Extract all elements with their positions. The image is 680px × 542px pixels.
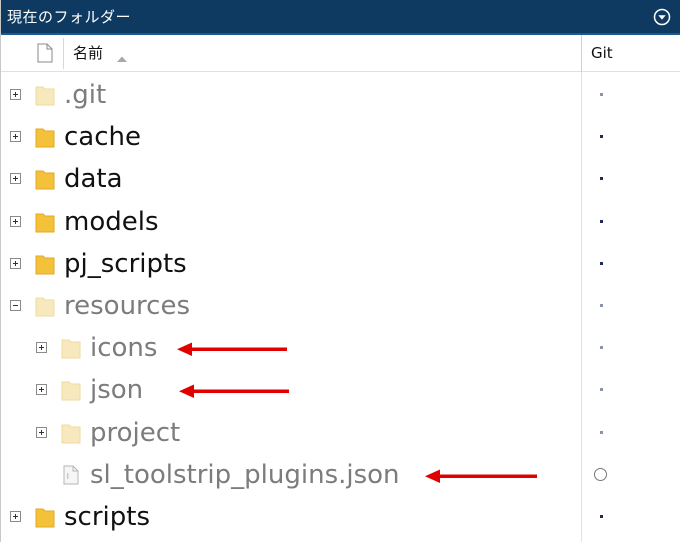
current-folder-panel: 現在のフォルダー 名前 Git .git cache data models pj_sc… — [0, 0, 680, 542]
name-column-header[interactable]: 名前 — [73, 44, 103, 62]
folder-icon — [61, 337, 81, 359]
tree-item-label: .git — [64, 80, 107, 110]
toggle-minus-stroke — [13, 305, 18, 306]
annotation-arrow-icon — [425, 468, 537, 483]
column-divider[interactable] — [581, 35, 582, 72]
expand-toggle-icon[interactable] — [10, 89, 21, 100]
tree-item-label: models — [64, 206, 159, 237]
toggle-plus-stroke — [15, 260, 16, 266]
tree-item-label: scripts — [64, 502, 150, 532]
tree-row-folder[interactable]: models — [1, 201, 680, 243]
folder-icon — [35, 211, 55, 233]
expand-toggle-icon[interactable] — [10, 215, 21, 227]
tree-row-folder[interactable]: .git — [1, 74, 680, 116]
git-status-dot-icon — [600, 219, 603, 223]
git-column-header[interactable]: Git — [591, 44, 613, 62]
folder-icon — [35, 126, 55, 148]
tree-item-label: resources — [64, 291, 191, 321]
annotation-arrow-icon — [179, 383, 289, 399]
git-status-dot-icon — [600, 135, 603, 139]
tree-row-folder[interactable]: cache — [1, 116, 680, 158]
expand-toggle-icon[interactable] — [10, 173, 21, 185]
git-status-dot-icon — [600, 346, 603, 350]
toggle-plus-stroke — [41, 345, 42, 351]
git-status-dot-icon — [600, 304, 603, 307]
git-status-untracked-icon — [594, 467, 607, 481]
toggle-plus-stroke — [15, 218, 16, 224]
folder-icon — [61, 379, 81, 401]
column-divider[interactable] — [63, 38, 64, 69]
folder-icon — [35, 295, 55, 317]
git-status-dot-icon — [600, 93, 603, 96]
tree-item-label: cache — [64, 122, 141, 153]
file-type-column-icon[interactable] — [37, 43, 53, 63]
git-status-dot-icon — [600, 515, 603, 518]
folder-icon — [35, 253, 55, 275]
git-status-dot-icon — [600, 430, 603, 434]
toggle-plus-stroke — [15, 134, 16, 140]
tree-item-label: project — [90, 417, 181, 448]
toggle-plus-stroke — [15, 92, 16, 97]
tree-row-file[interactable]: sl_toolstrip_plugins.json — [1, 454, 680, 496]
toggle-plus-stroke — [15, 176, 16, 182]
tree-row-folder[interactable]: project — [1, 412, 680, 454]
tree-row-folder[interactable]: data — [1, 158, 680, 200]
json-file-icon — [63, 465, 79, 485]
panel-titlebar: 現在のフォルダー — [1, 0, 680, 35]
annotation-arrow-icon — [177, 341, 287, 357]
expand-toggle-icon[interactable] — [36, 426, 47, 438]
circle-chevron-down-icon[interactable] — [653, 8, 671, 26]
tree-item-label: data — [64, 164, 123, 195]
expand-toggle-icon[interactable] — [10, 511, 21, 522]
folder-icon — [61, 422, 81, 444]
file-tree: .git cache data models pj_scripts resources ic… — [1, 74, 680, 542]
expand-toggle-icon[interactable] — [36, 342, 47, 354]
folder-icon — [35, 168, 55, 190]
git-status-dot-icon — [600, 388, 603, 392]
collapse-toggle-icon[interactable] — [10, 300, 21, 311]
tree-row-folder[interactable]: icons — [1, 327, 680, 369]
folder-icon — [35, 506, 55, 528]
column-header: 名前 Git — [1, 35, 680, 72]
expand-toggle-icon[interactable] — [36, 384, 47, 396]
tree-row-folder[interactable]: resources — [1, 285, 680, 327]
tree-row-folder[interactable]: pj_scripts — [1, 243, 680, 285]
tree-item-label: pj_scripts — [64, 248, 187, 279]
git-status-dot-icon — [600, 261, 603, 265]
expand-toggle-icon[interactable] — [10, 131, 21, 143]
tree-item-label: json — [90, 375, 144, 406]
panel-title: 現在のフォルダー — [7, 8, 132, 26]
folder-icon — [35, 84, 55, 106]
git-status-dot-icon — [600, 177, 603, 181]
expand-toggle-icon[interactable] — [10, 257, 21, 269]
tree-item-label: sl_toolstrip_plugins.json — [90, 459, 400, 490]
sort-ascending-icon[interactable] — [116, 48, 128, 62]
toggle-plus-stroke — [41, 429, 42, 435]
tree-row-folder[interactable]: scripts — [1, 496, 680, 538]
toggle-plus-stroke — [41, 387, 42, 393]
tree-item-label: icons — [90, 333, 158, 364]
tree-row-folder[interactable]: json — [1, 369, 680, 411]
toggle-plus-stroke — [15, 514, 16, 519]
